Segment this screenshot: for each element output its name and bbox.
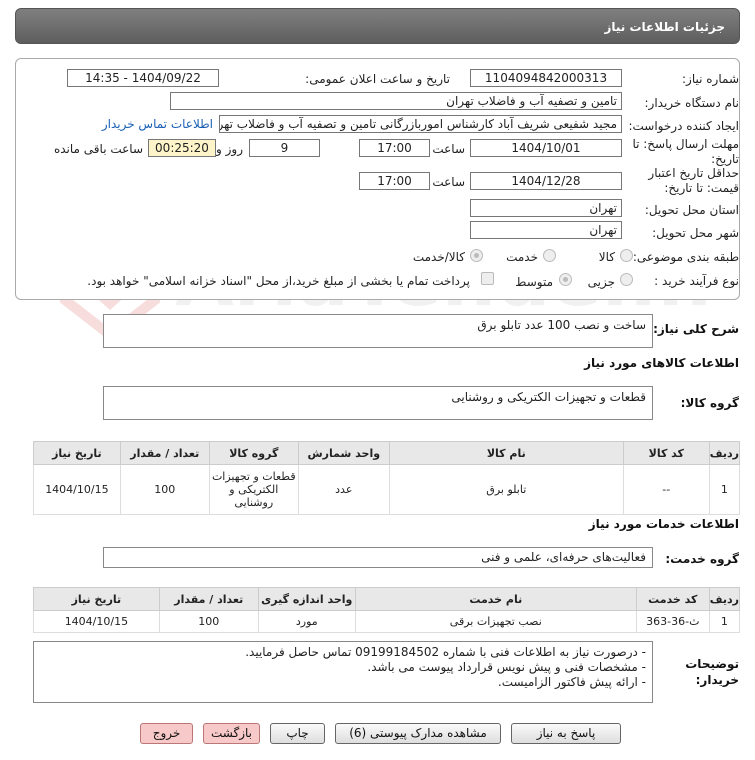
goods-section-title: اطلاعات کالاهای مورد نیاز [584, 356, 739, 370]
reply-button[interactable]: پاسخ به نیاز [511, 723, 621, 744]
process-label: نوع فرآیند خرید : [654, 274, 739, 288]
goods-cell-row: 1 [708, 464, 741, 515]
services-group-label: گروه خدمت: [665, 552, 739, 566]
category-goods-service-radio[interactable] [470, 249, 483, 262]
announce-date-field: 1404/09/22 - 14:35 [67, 69, 219, 87]
category-service-label: خدمت [506, 250, 538, 264]
buyer-note-line: - ارائه پیش فاکتور الزامیست. [497, 675, 646, 689]
services-cell-row: 1 [708, 610, 741, 633]
services-table: ردیف کد خدمت نام خدمت واحد اندازه گیری ت… [33, 587, 741, 633]
goods-col-name: نام کالا [388, 441, 624, 465]
need-number-field: 1104094842000313 [470, 69, 622, 87]
city-label: شهر محل تحویل: [652, 226, 739, 240]
table-row[interactable]: 1 ث-36-363 نصب تجهیزات برقی مورد 100 140… [33, 610, 741, 633]
province-label: استان محل تحویل: [644, 203, 739, 217]
province-field: تهران [470, 199, 622, 217]
category-goods-radio[interactable] [620, 249, 633, 262]
back-button[interactable]: بازگشت [203, 723, 260, 744]
need-number-label: شماره نیاز: [682, 72, 739, 86]
creator-label: ایجاد کننده درخواست: [628, 119, 739, 133]
page-header: جزئیات اطلاعات نیاز [15, 8, 740, 44]
deadline-date-field: 1404/10/01 [470, 139, 622, 157]
goods-col-unit: واحد شمارش [297, 441, 390, 465]
deadline-time-field: 17:00 [359, 139, 430, 157]
goods-col-group: گروه کالا [208, 441, 299, 465]
buyer-note-line: - مشخصات فنی و پیش نویس قرارداد پیوست می… [367, 660, 646, 674]
buyer-notes-label: توضیحات خریدار: [685, 657, 739, 687]
goods-table-header-row: ردیف کد کالا نام کالا واحد شمارش گروه کا… [33, 441, 741, 465]
process-medium-radio[interactable] [559, 273, 572, 286]
deadline-label: مهلت ارسال پاسخ: تا تاریخ: [632, 137, 739, 166]
goods-table-wrapper: ردیف کد کالا نام کالا واحد شمارش گروه کا… [33, 441, 741, 515]
price-valid-label: حداقل تاریخ اعتبار قیمت: تا تاریخ: [648, 166, 739, 195]
description-field: ساخت و نصب 100 عدد تابلو برق [103, 314, 653, 348]
remaining-time-label: ساعت باقی مانده [53, 142, 143, 156]
category-label: طبقه بندی موضوعی: [632, 250, 739, 264]
treasury-checkbox[interactable] [481, 272, 494, 285]
services-col-code: کد خدمت [635, 587, 710, 611]
services-cell-date: 1404/10/15 [33, 610, 160, 633]
services-cell-name: نصب تجهیزات برقی [354, 610, 637, 633]
page-title: جزئیات اطلاعات نیاز [604, 20, 725, 34]
services-col-qty: تعداد / مقدار [158, 587, 259, 611]
description-label: شرح کلی نیاز: [653, 322, 739, 336]
services-col-row: ردیف [708, 587, 741, 611]
price-valid-time-label: ساعت [432, 175, 465, 189]
table-row[interactable]: 1 -- تابلو برق عدد قطعات و تجهیزات الکتر… [33, 464, 741, 515]
services-table-wrapper: ردیف کد خدمت نام خدمت واحد اندازه گیری ت… [33, 587, 741, 633]
goods-col-row: ردیف [708, 441, 741, 465]
services-cell-code: ث-36-363 [635, 610, 710, 633]
goods-cell-date: 1404/10/15 [33, 464, 121, 515]
buyer-notes-box: - درصورت نیاز به اطلاعات فنی با شماره 09… [33, 641, 653, 703]
remaining-time-field: 00:25:20 [148, 139, 216, 157]
goods-cell-code: -- [622, 464, 710, 515]
announce-date-label: تاریخ و ساعت اعلان عمومی: [305, 72, 450, 86]
services-col-unit: واحد اندازه گیری [257, 587, 356, 611]
print-button[interactable]: چاپ [270, 723, 325, 744]
goods-cell-qty: 100 [119, 464, 210, 515]
services-cell-unit: مورد [257, 610, 356, 633]
goods-cell-group: قطعات و تجهیزات الکتریکی و روشنایی [208, 464, 299, 515]
price-valid-date-field: 1404/12/28 [470, 172, 622, 190]
goods-cell-unit: عدد [297, 464, 390, 515]
creator-field: مجید شفیعی شریف آباد کارشناس اموربازرگان… [219, 115, 622, 133]
goods-col-date: تاریخ نیاز [33, 441, 121, 465]
goods-col-code: کد کالا [622, 441, 710, 465]
buyer-label: نام دستگاه خریدار: [644, 96, 740, 110]
category-service-radio[interactable] [543, 249, 556, 262]
city-field: تهران [470, 221, 622, 239]
services-col-date: تاریخ نیاز [33, 587, 160, 611]
price-valid-time-field: 17:00 [359, 172, 430, 190]
services-cell-qty: 100 [158, 610, 259, 633]
goods-table: ردیف کد کالا نام کالا واحد شمارش گروه کا… [33, 441, 741, 515]
goods-col-qty: تعداد / مقدار [119, 441, 210, 465]
goods-group-field: قطعات و تجهیزات الکتریکی و روشنایی [103, 386, 653, 420]
category-goods-label: کالا [598, 250, 615, 264]
days-remaining-field: 9 [249, 139, 320, 157]
process-medium-label: متوسط [515, 275, 553, 289]
buyer-contact-link[interactable]: اطلاعات تماس خریدار [102, 117, 213, 131]
days-label: روز و [216, 142, 243, 156]
services-section-title: اطلاعات خدمات مورد نیاز [588, 517, 739, 531]
process-minor-radio[interactable] [620, 273, 633, 286]
buyer-note-line: - درصورت نیاز به اطلاعات فنی با شماره 09… [245, 645, 646, 659]
services-col-name: نام خدمت [354, 587, 637, 611]
goods-cell-name: تابلو برق [388, 464, 624, 515]
deadline-time-label: ساعت [432, 142, 465, 156]
goods-group-label: گروه کالا: [680, 396, 739, 410]
buyer-field: تامین و تصفیه آب و فاضلاب تهران [170, 92, 622, 110]
services-group-field: فعالیت‌های حرفه‌ای، علمی و فنی [103, 547, 653, 568]
treasury-note: پرداخت تمام یا بخشی از مبلغ خرید،از محل … [87, 274, 470, 288]
category-goods-service-label: کالا/خدمت [412, 250, 465, 264]
exit-button[interactable]: خروج [140, 723, 193, 744]
services-table-header-row: ردیف کد خدمت نام خدمت واحد اندازه گیری ت… [33, 587, 741, 611]
view-attachments-button[interactable]: مشاهده مدارک پیوستی (6) [335, 723, 501, 744]
process-minor-label: جزیی [587, 275, 615, 289]
